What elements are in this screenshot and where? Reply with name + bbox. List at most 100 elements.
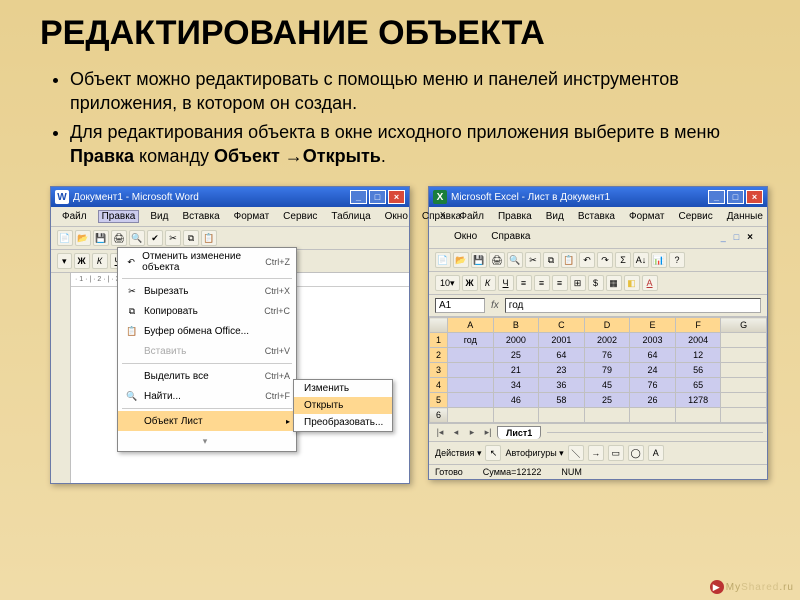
- open-icon[interactable]: 📂: [75, 230, 91, 246]
- italic-icon[interactable]: К: [92, 253, 108, 269]
- open-icon[interactable]: 📂: [453, 252, 469, 268]
- col-header-e[interactable]: E: [630, 318, 676, 333]
- menu-cut[interactable]: ✂ Вырезать Ctrl+X: [118, 281, 296, 301]
- new-icon[interactable]: 📄: [435, 252, 451, 268]
- doc-restore-button[interactable]: □: [731, 231, 742, 244]
- menu-expand[interactable]: ▾: [118, 431, 296, 451]
- tab-last-icon[interactable]: ▸|: [481, 427, 495, 438]
- arrow-icon[interactable]: →: [588, 445, 604, 461]
- menu-view[interactable]: Вид: [543, 210, 567, 223]
- copy-icon[interactable]: ⧉: [183, 230, 199, 246]
- menu-edit[interactable]: Правка: [98, 210, 140, 223]
- close-button[interactable]: ×: [746, 190, 763, 204]
- pointer-icon[interactable]: ↖: [485, 445, 501, 461]
- italic-icon[interactable]: К: [480, 275, 496, 291]
- border-icon[interactable]: ▦: [606, 275, 622, 291]
- menu-copy[interactable]: ⧉ Копировать Ctrl+C: [118, 301, 296, 321]
- save-icon[interactable]: 💾: [93, 230, 109, 246]
- name-box[interactable]: A1: [435, 298, 485, 313]
- maximize-button[interactable]: □: [727, 190, 744, 204]
- menu-paste[interactable]: Вставить Ctrl+V: [118, 341, 296, 361]
- col-header-b[interactable]: B: [493, 318, 539, 333]
- menu-window[interactable]: Окно: [382, 210, 411, 223]
- menu-clipboard[interactable]: 📋 Буфер обмена Office...: [118, 321, 296, 341]
- preview-icon[interactable]: 🔍: [507, 252, 523, 268]
- close-button[interactable]: ×: [388, 190, 405, 204]
- submenu-edit[interactable]: Изменить: [294, 380, 392, 397]
- underline-icon[interactable]: Ч: [498, 275, 514, 291]
- doc-close-button[interactable]: ×: [744, 231, 756, 244]
- menu-find[interactable]: 🔍 Найти... Ctrl+F: [118, 386, 296, 406]
- menu-undo[interactable]: ↶ Отменить изменение объекта Ctrl+Z: [118, 248, 296, 276]
- excel-grid-area[interactable]: A B C D E F G 1год20002001200220032004 2…: [429, 317, 767, 423]
- menu-data[interactable]: Данные: [724, 210, 766, 223]
- save-icon[interactable]: 💾: [471, 252, 487, 268]
- fontsize-box[interactable]: 10 ▾: [435, 275, 460, 291]
- col-header-d[interactable]: D: [584, 318, 630, 333]
- menu-table[interactable]: Таблица: [328, 210, 373, 223]
- fill-icon[interactable]: ◧: [624, 275, 640, 291]
- fontcolor-icon[interactable]: A: [642, 275, 658, 291]
- submenu-convert[interactable]: Преобразовать...: [294, 414, 392, 431]
- menu-select-all[interactable]: Выделить все Ctrl+A: [118, 366, 296, 386]
- rect-icon[interactable]: ▭: [608, 445, 624, 461]
- spell-icon[interactable]: ✔: [147, 230, 163, 246]
- drawing-actions-button[interactable]: Действия ▾: [435, 448, 481, 459]
- doc-minimize-button[interactable]: _: [718, 231, 729, 244]
- menu-file[interactable]: Файл: [59, 210, 90, 223]
- tab-next-icon[interactable]: ▸: [465, 427, 479, 438]
- preview-icon[interactable]: 🔍: [129, 230, 145, 246]
- col-header-c[interactable]: C: [539, 318, 585, 333]
- print-icon[interactable]: 🖨: [489, 252, 505, 268]
- spreadsheet-grid[interactable]: A B C D E F G 1год20002001200220032004 2…: [429, 317, 767, 423]
- minimize-button[interactable]: _: [350, 190, 367, 204]
- bold-icon[interactable]: Ж: [74, 253, 90, 269]
- sum-icon[interactable]: Σ: [615, 252, 631, 268]
- copy-icon[interactable]: ⧉: [543, 252, 559, 268]
- menu-insert[interactable]: Вставка: [179, 210, 222, 223]
- col-header-f[interactable]: F: [675, 318, 721, 333]
- print-icon[interactable]: 🖨: [111, 230, 127, 246]
- col-header-a[interactable]: A: [448, 318, 494, 333]
- menu-help[interactable]: Справка: [419, 210, 464, 223]
- sheet-tab-1[interactable]: Лист1: [497, 426, 541, 439]
- menu-format[interactable]: Формат: [626, 210, 668, 223]
- submenu-open[interactable]: Открыть: [294, 397, 392, 414]
- help-icon[interactable]: ?: [669, 252, 685, 268]
- paste-icon[interactable]: 📋: [201, 230, 217, 246]
- menu-edit[interactable]: Правка: [495, 210, 535, 223]
- style-box[interactable]: ▾: [57, 253, 72, 269]
- cut-icon[interactable]: ✂: [525, 252, 541, 268]
- col-header-g[interactable]: G: [721, 318, 767, 333]
- minimize-button[interactable]: _: [708, 190, 725, 204]
- align-left-icon[interactable]: ≡: [516, 275, 532, 291]
- textbox-icon[interactable]: A: [648, 445, 664, 461]
- excel-menubar[interactable]: X Файл Правка Вид Вставка Формат Сервис …: [429, 207, 767, 227]
- align-right-icon[interactable]: ≡: [552, 275, 568, 291]
- paste-icon[interactable]: 📋: [561, 252, 577, 268]
- redo-icon[interactable]: ↷: [597, 252, 613, 268]
- maximize-button[interactable]: □: [369, 190, 386, 204]
- menu-tools[interactable]: Сервис: [676, 210, 716, 223]
- new-icon[interactable]: 📄: [57, 230, 73, 246]
- formula-input[interactable]: год: [505, 298, 761, 313]
- currency-icon[interactable]: $: [588, 275, 604, 291]
- undo-icon[interactable]: ↶: [579, 252, 595, 268]
- fx-icon[interactable]: fx: [491, 300, 499, 311]
- tab-prev-icon[interactable]: ◂: [449, 427, 463, 438]
- sort-icon[interactable]: A↓: [633, 252, 649, 268]
- line-icon[interactable]: ＼: [568, 445, 584, 461]
- select-all-corner[interactable]: [430, 318, 448, 333]
- bold-icon[interactable]: Ж: [462, 275, 478, 291]
- menu-view[interactable]: Вид: [147, 210, 171, 223]
- excel-menubar-2[interactable]: Окно Справка _ □ ×: [429, 227, 767, 249]
- word-menubar[interactable]: Файл Правка Вид Вставка Формат Сервис Та…: [51, 207, 409, 227]
- merge-icon[interactable]: ⊞: [570, 275, 586, 291]
- menu-window[interactable]: Окно: [451, 230, 480, 245]
- autoshapes-button[interactable]: Автофигуры ▾: [505, 448, 563, 459]
- align-center-icon[interactable]: ≡: [534, 275, 550, 291]
- chart-icon[interactable]: 📊: [651, 252, 667, 268]
- menu-format[interactable]: Формат: [231, 210, 273, 223]
- tab-first-icon[interactable]: |◂: [433, 427, 447, 438]
- menu-tools[interactable]: Сервис: [280, 210, 320, 223]
